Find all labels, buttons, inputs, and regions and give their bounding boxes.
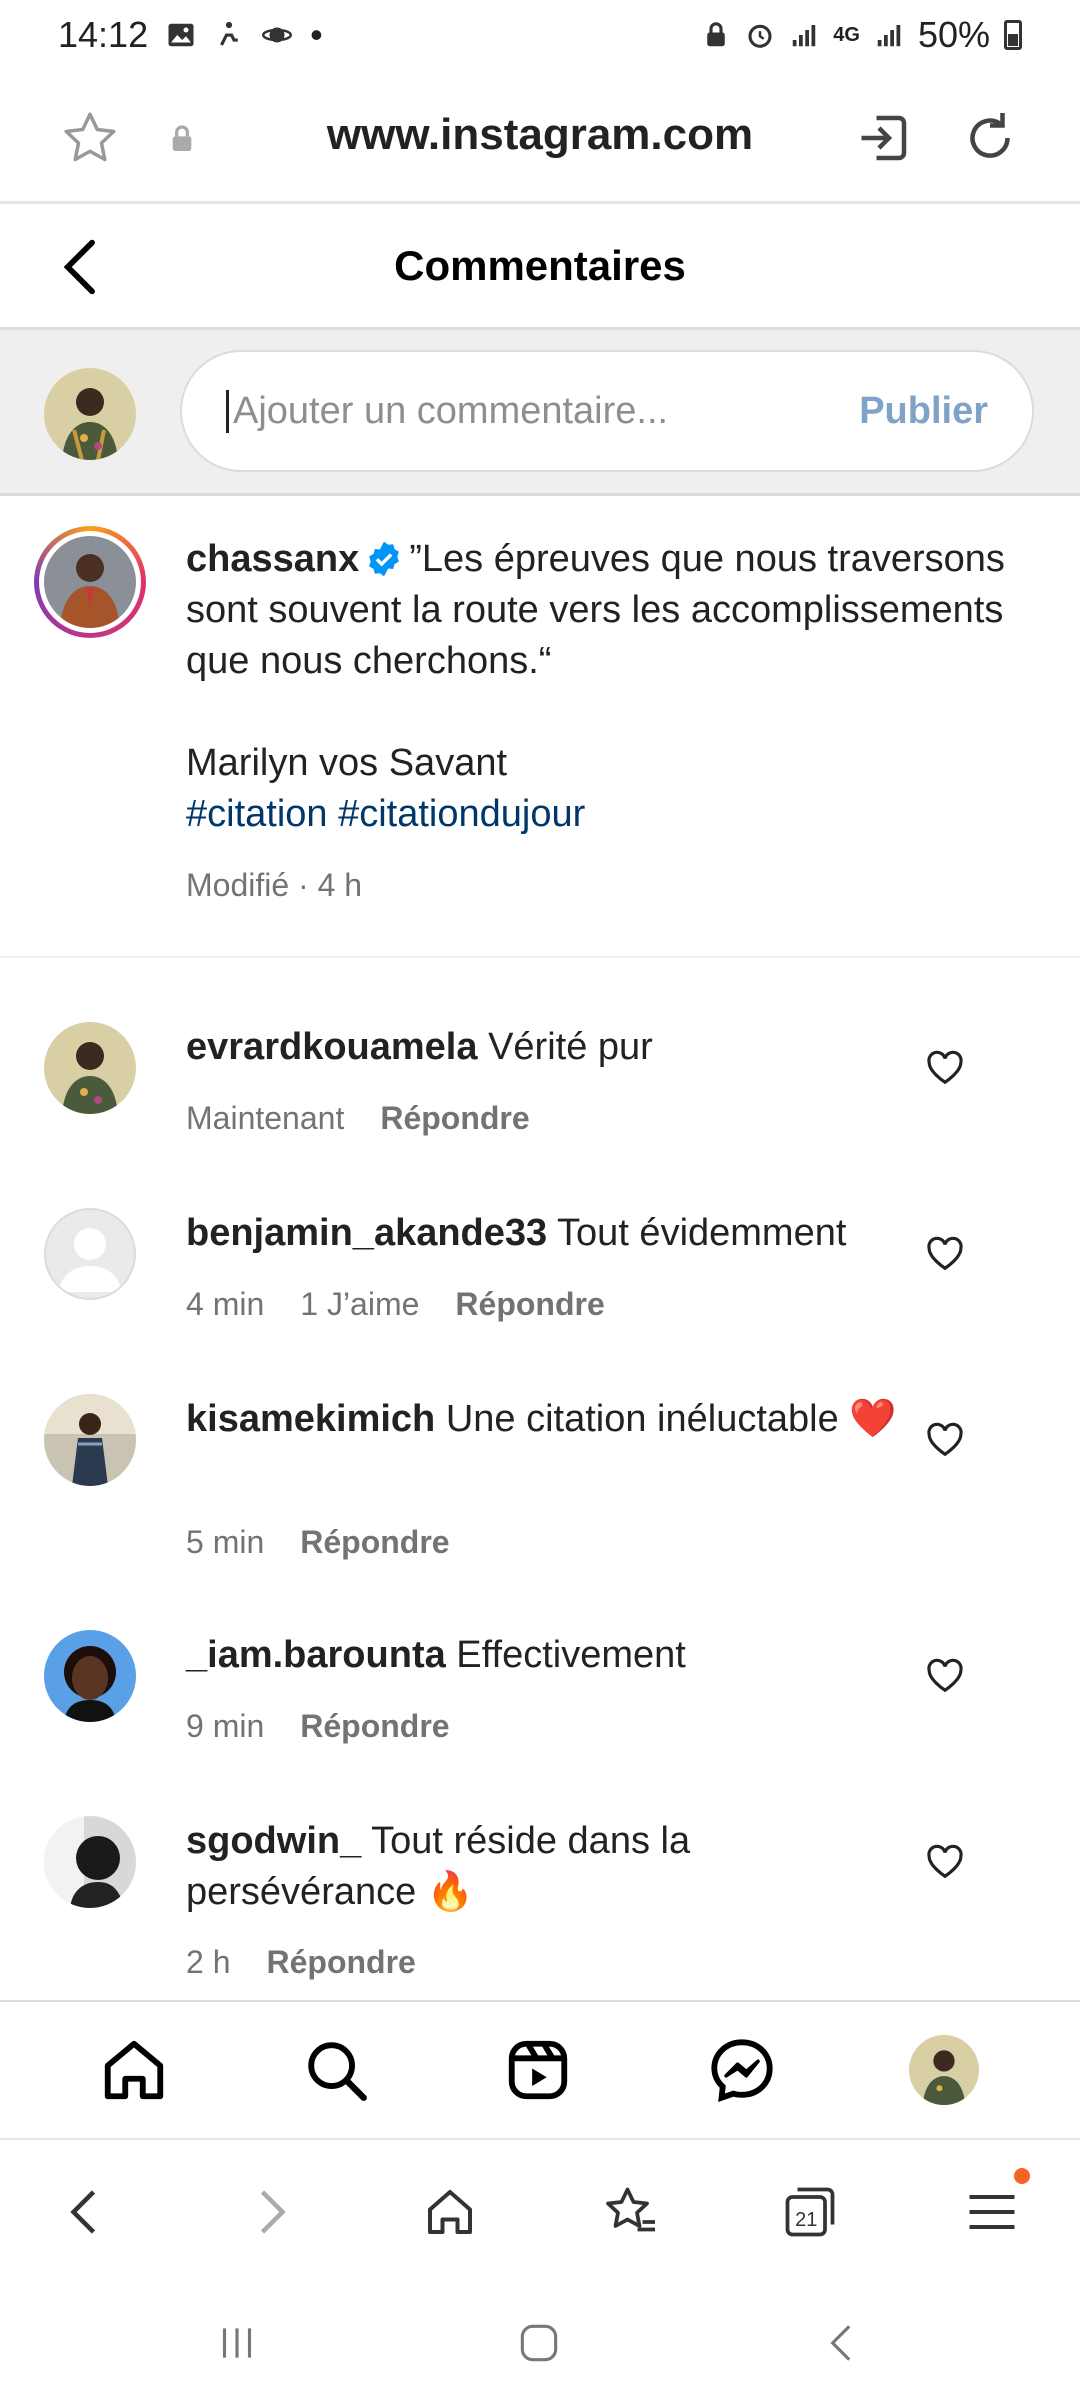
- url-text[interactable]: www.instagram.com: [0, 110, 1080, 160]
- comment-item: _iam.barounta Effectivement 9 min Répond…: [0, 1618, 1080, 1758]
- comment-username[interactable]: _iam.barounta: [186, 1634, 446, 1676]
- instagram-bottom-nav: [0, 2000, 1080, 2138]
- commenter-avatar[interactable]: [44, 1394, 136, 1486]
- commenter-avatar[interactable]: [44, 1022, 136, 1114]
- caption-author: Marilyn vos Savant: [186, 742, 508, 784]
- comment-meta: 9 min Répondre: [186, 1708, 450, 1745]
- caption-username[interactable]: chassanx: [186, 538, 359, 580]
- lock-status-icon: [701, 20, 731, 50]
- like-heart-icon[interactable]: [926, 1844, 964, 1880]
- messenger-icon[interactable]: [706, 2034, 778, 2106]
- reply-button[interactable]: Répondre: [300, 1524, 449, 1561]
- browser-url-bar: www.instagram.com: [0, 70, 1080, 204]
- author-avatar-story-ring[interactable]: [34, 526, 146, 638]
- tabs-icon[interactable]: 21: [780, 2182, 840, 2242]
- network-type: 4G: [833, 23, 860, 46]
- comment-text-block: benjamin_akande33 Tout évidemment: [186, 1208, 906, 1259]
- notification-dot: [1014, 2168, 1030, 2184]
- comment-meta: 4 min 1 J’aime Répondre: [186, 1286, 605, 1323]
- caption-body: chassanx ”Les épreuves que nous traverson…: [186, 534, 1026, 911]
- comment-input-wrapper: Publier: [180, 350, 1034, 472]
- comment-meta: 2 h Répondre: [186, 1944, 416, 1981]
- profile-avatar[interactable]: [908, 2034, 980, 2106]
- comment-username[interactable]: evrardkouamela: [186, 1026, 478, 1068]
- tabs-count: 21: [795, 2209, 817, 2231]
- browser-toolbar: 21: [0, 2138, 1080, 2278]
- like-heart-icon[interactable]: [926, 1422, 964, 1458]
- reply-button[interactable]: Répondre: [300, 1708, 449, 1745]
- signal-icon-2: [874, 20, 904, 50]
- comment-time: 4 min: [186, 1286, 265, 1322]
- comment-text-block: evrardkouamela Vérité pur: [186, 1022, 906, 1073]
- comment-likes[interactable]: 1 J’aime: [300, 1286, 419, 1323]
- author-avatar: [44, 536, 136, 628]
- comment-text-block: _iam.barounta Effectivement: [186, 1630, 906, 1681]
- page-title: Commentaires: [394, 242, 686, 289]
- comment-time: 9 min: [186, 1708, 265, 1744]
- home-icon[interactable]: [98, 2034, 170, 2106]
- back-icon[interactable]: [56, 2182, 116, 2242]
- comment-item: benjamin_akande33 Tout évidemment 4 min …: [0, 1196, 1080, 1336]
- comment-username[interactable]: kisamekimich: [186, 1398, 435, 1440]
- commenter-avatar[interactable]: [44, 1208, 136, 1300]
- hashtag-link[interactable]: #citationdujour: [338, 793, 585, 835]
- commenter-avatar[interactable]: [44, 1630, 136, 1722]
- comment-meta: Maintenant Répondre: [186, 1100, 530, 1137]
- like-heart-icon[interactable]: [926, 1050, 964, 1086]
- signal-icon: [789, 20, 819, 50]
- verified-badge-icon: [369, 541, 400, 577]
- comment-username[interactable]: benjamin_akande33: [186, 1212, 547, 1254]
- reply-button[interactable]: Répondre: [380, 1100, 529, 1137]
- comment-time: 2 h: [186, 1944, 231, 1980]
- comment-item: evrardkouamela Vérité pur Maintenant Rép…: [0, 1010, 1080, 1150]
- like-heart-icon[interactable]: [926, 1236, 964, 1272]
- comment-item: sgodwin_ Tout réside dans la persévéranc…: [0, 1804, 1080, 2000]
- reload-icon[interactable]: [960, 108, 1020, 168]
- comment-input[interactable]: [226, 389, 840, 433]
- comment-item: kisamekimich Une citation inéluctable ❤️…: [0, 1382, 1080, 1582]
- comment-composer: Publier: [0, 330, 1080, 496]
- system-back-icon[interactable]: [818, 2318, 868, 2368]
- status-time: 14:12: [58, 14, 149, 55]
- comment-text: Vérité pur: [488, 1026, 653, 1068]
- battery-icon: [1004, 20, 1022, 50]
- more-notifications-dot: •: [310, 14, 323, 55]
- reply-button[interactable]: Répondre: [455, 1286, 604, 1323]
- comment-time: Maintenant: [186, 1100, 345, 1136]
- home-icon[interactable]: [420, 2182, 480, 2242]
- status-bar: 14:12 • 4G 50%: [0, 0, 1080, 70]
- comment-text: Effectivement: [456, 1634, 686, 1676]
- comment-text: Tout évidemment: [557, 1212, 847, 1254]
- system-nav-bar: [0, 2278, 1080, 2408]
- comment-text: Une citation inéluctable ❤️: [445, 1398, 897, 1440]
- caption-meta: Modifié · 4 h: [186, 867, 363, 903]
- hashtag-link[interactable]: #citation: [186, 793, 328, 835]
- planet-notification-icon: [262, 20, 293, 50]
- comment-text-block: kisamekimich Une citation inéluctable ❤️: [186, 1394, 906, 1445]
- accessibility-notification-icon: [214, 20, 244, 50]
- comment-meta: 5 min Répondre: [186, 1524, 450, 1561]
- post-caption: chassanx ”Les épreuves que nous traverson…: [0, 496, 1080, 958]
- commenter-avatar[interactable]: [44, 1816, 136, 1908]
- reply-button[interactable]: Répondre: [266, 1944, 415, 1981]
- search-icon[interactable]: [300, 2034, 372, 2106]
- comments-header: Commentaires: [0, 204, 1080, 330]
- like-heart-icon[interactable]: [926, 1658, 964, 1694]
- reels-icon[interactable]: [502, 2034, 574, 2106]
- menu-icon[interactable]: [962, 2182, 1022, 2242]
- recent-apps-icon[interactable]: [212, 2318, 262, 2368]
- bookmarks-icon[interactable]: [600, 2182, 660, 2242]
- comment-time: 5 min: [186, 1524, 265, 1560]
- home-button-icon[interactable]: [514, 2318, 564, 2368]
- publish-button[interactable]: Publier: [859, 390, 988, 433]
- gallery-notification-icon: [166, 20, 196, 50]
- battery-percent: 50%: [917, 14, 990, 55]
- sign-in-icon[interactable]: [854, 108, 914, 168]
- comment-username[interactable]: sgodwin_: [186, 1820, 361, 1862]
- alarm-icon: [745, 20, 775, 50]
- forward-icon[interactable]: [240, 2182, 300, 2242]
- my-avatar: [44, 368, 136, 460]
- comment-text-block: sgodwin_ Tout réside dans la persévéranc…: [186, 1816, 906, 1918]
